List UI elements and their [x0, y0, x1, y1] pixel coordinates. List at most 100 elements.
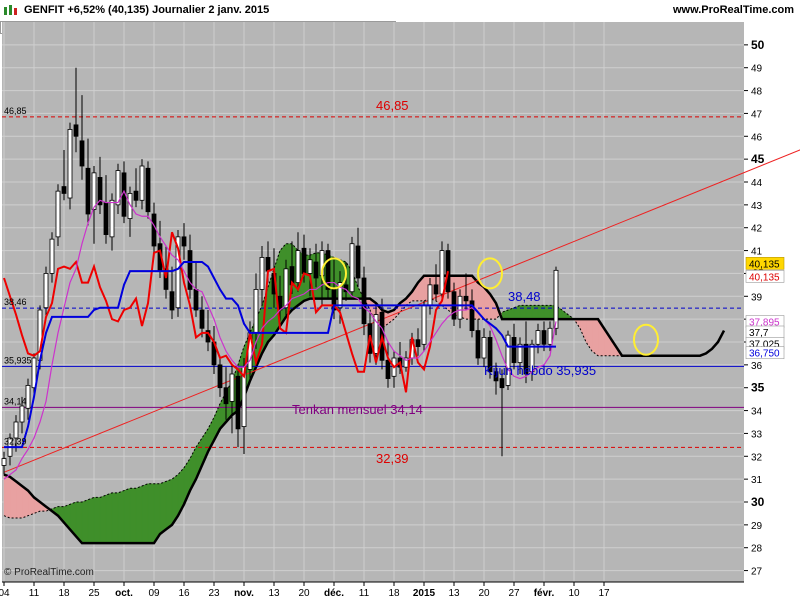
- y-tick-label: 49: [751, 64, 763, 75]
- y-tick-label: 31: [751, 475, 763, 486]
- x-tick-label: oct.: [115, 588, 133, 599]
- kumo-segment: [525, 305, 533, 320]
- candle-body: [553, 269, 559, 329]
- candle-body: [73, 124, 79, 137]
- candle-body: [223, 387, 229, 405]
- candle-body: [79, 140, 85, 167]
- candle-body: [1, 458, 7, 466]
- kumo-segment: [117, 490, 125, 544]
- y-tick-label: 28: [751, 544, 763, 555]
- kumo-segment: [99, 494, 107, 544]
- candle-body: [355, 245, 361, 279]
- left-level-label: 34,14: [4, 396, 27, 406]
- candle-body: [169, 291, 175, 311]
- y-tick-label: 50: [751, 38, 765, 52]
- candle-body: [295, 250, 301, 283]
- candle-body: [235, 375, 241, 430]
- level-annotation-text: 46,85: [376, 98, 409, 113]
- kumo-segment: [159, 481, 167, 535]
- candle-body: [61, 186, 67, 194]
- ichimoku-chart: GENFIT +6,52% (40,135) Journalier 2 janv…: [0, 0, 800, 600]
- candle-body: [439, 250, 445, 295]
- x-tick-label: 04: [0, 588, 10, 599]
- candle-body: [463, 295, 469, 302]
- candle-body: [67, 129, 73, 199]
- x-tick-label: 20: [298, 588, 310, 599]
- y-tick-label: 48: [751, 87, 763, 98]
- candle-body: [457, 295, 463, 320]
- level-annotation-text: 32,39: [376, 451, 409, 466]
- y-tick-label: 42: [751, 224, 763, 235]
- candle-body: [283, 268, 289, 309]
- left-level-label: 32,39: [4, 436, 27, 446]
- left-level-label: 38,46: [4, 297, 27, 307]
- candle-body: [481, 337, 487, 359]
- candle-body: [199, 309, 205, 329]
- candle-body: [265, 257, 271, 272]
- x-tick-label: déc.: [324, 588, 344, 599]
- candle-body: [139, 165, 145, 201]
- price-tag-label: 40,135: [749, 272, 780, 283]
- candle-body: [427, 284, 433, 306]
- level-annotation-text: 38,48: [508, 289, 541, 304]
- x-tick-label: 11: [29, 588, 40, 599]
- y-tick-label: 39: [751, 292, 763, 303]
- candle-body: [43, 273, 49, 309]
- y-tick-label: 46: [751, 132, 763, 143]
- candle-body: [433, 284, 439, 295]
- kumo-segment: [141, 483, 149, 544]
- y-tick-label: 30: [751, 495, 765, 509]
- x-tick-label: 09: [148, 588, 160, 599]
- x-tick-label: 2015: [413, 588, 436, 599]
- candle-body: [91, 172, 97, 210]
- kumo-segment: [123, 487, 131, 544]
- kumo-segment: [135, 485, 143, 544]
- kumo-segment: [105, 492, 113, 544]
- candle-body: [415, 339, 421, 347]
- kumo-segment: [531, 305, 539, 320]
- left-level-label: 46,85: [4, 106, 27, 116]
- y-tick-label: 27: [751, 567, 763, 578]
- y-tick-label: 29: [751, 521, 763, 532]
- candle-body: [307, 259, 313, 274]
- x-tick-label: 25: [88, 588, 100, 599]
- y-tick-label: 41: [751, 247, 763, 258]
- y-tick-label: 44: [751, 178, 763, 189]
- x-tick-label: 23: [208, 588, 220, 599]
- candle-body: [313, 261, 319, 279]
- kumo-segment: [543, 305, 551, 320]
- kumo-segment: [591, 318, 599, 357]
- kumo-segment: [519, 305, 527, 320]
- x-tick-label: nov.: [234, 588, 254, 599]
- kumo-segment: [165, 478, 173, 530]
- candle-body: [193, 289, 199, 311]
- candle-body: [229, 373, 235, 402]
- kumo-segment: [81, 499, 89, 544]
- kumo-segment: [15, 481, 23, 519]
- y-tick-label: 32: [751, 452, 763, 463]
- candle-body: [259, 257, 265, 290]
- y-tick-label: 47: [751, 109, 763, 120]
- y-tick-label: 35: [751, 381, 765, 395]
- candle-body: [25, 385, 31, 409]
- candle-body: [133, 190, 139, 201]
- y-tick-label: 36: [751, 361, 763, 372]
- candle-body: [253, 289, 259, 334]
- candle-body: [109, 199, 115, 238]
- x-tick-label: 17: [598, 588, 610, 599]
- x-tick-label: 18: [58, 588, 70, 599]
- left-level-label: 35,935: [4, 355, 32, 365]
- x-tick-label: 16: [178, 588, 190, 599]
- candle-body: [535, 330, 541, 345]
- kumo-segment: [147, 483, 155, 544]
- candle-body: [49, 238, 55, 274]
- kumo-segment: [129, 488, 137, 544]
- candle-body: [19, 405, 25, 423]
- level-annotation-text: Tenkan mensuel 34,14: [292, 402, 423, 417]
- kumo-segment: [537, 305, 545, 320]
- kumo-segment: [87, 497, 95, 544]
- candle-body: [55, 190, 61, 238]
- candle-body: [349, 243, 355, 293]
- level-annotation-text: Kijun hebdo 35,935: [484, 363, 596, 378]
- candle-body: [385, 359, 391, 379]
